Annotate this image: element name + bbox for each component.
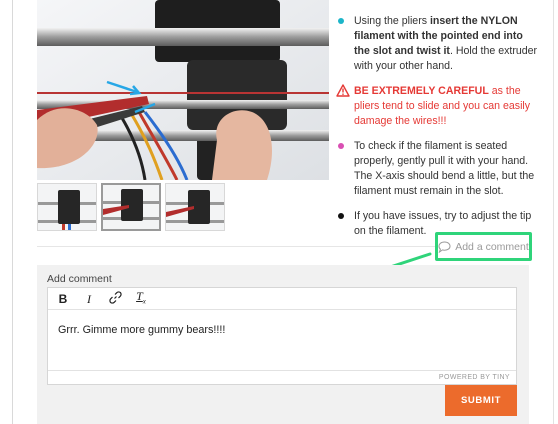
clear-format-x-icon: x <box>142 297 146 306</box>
photo-thumbnail-1[interactable] <box>37 183 97 231</box>
editor-toolbar: B I Tx <box>48 288 516 310</box>
page-right-border <box>553 0 554 424</box>
editor-branding: POWERED BY TINY <box>48 370 516 384</box>
link-button[interactable] <box>108 290 122 307</box>
photo-thumbnail-2-selected[interactable] <box>101 183 161 231</box>
instruction-step-1: Using the pliers insert the NYLON filame… <box>338 14 538 74</box>
black-bullet-icon <box>338 213 344 219</box>
warning-triangle-icon <box>336 84 350 97</box>
step-instructions: Using the pliers insert the NYLON filame… <box>336 14 538 249</box>
instruction-step-check: To check if the filament is seated prope… <box>338 139 538 199</box>
page-left-border <box>12 0 13 424</box>
comment-form-label: Add comment <box>47 273 112 285</box>
extruder-photo-illustration <box>37 0 329 180</box>
italic-button[interactable]: I <box>82 292 96 306</box>
step-main-photo[interactable] <box>37 0 329 180</box>
rich-text-editor[interactable]: B I Tx Grrr. Gimme more gummy bears!!!! … <box>47 287 517 385</box>
magenta-bullet-icon <box>338 143 344 149</box>
bold-button[interactable]: B <box>56 292 70 306</box>
link-icon <box>108 290 122 304</box>
cyan-bullet-icon <box>338 18 344 24</box>
comment-form-panel: Add comment B I Tx Grrr. Gimme more gumm… <box>37 265 529 424</box>
clear-formatting-button[interactable]: Tx <box>134 289 148 308</box>
photo-thumbnail-3[interactable] <box>165 183 225 231</box>
comment-text-area[interactable]: Grrr. Gimme more gummy bears!!!! <box>48 310 516 350</box>
add-comment-label: Add a comment <box>455 240 529 253</box>
instruction-warning: BE EXTREMELY CAREFUL as the pliers tend … <box>336 84 538 129</box>
speech-bubble-icon <box>438 240 451 253</box>
add-comment-link[interactable]: Add a comment <box>435 232 532 261</box>
photo-thumbnail-strip <box>37 183 225 231</box>
submit-button[interactable]: SUBMIT <box>445 385 517 416</box>
